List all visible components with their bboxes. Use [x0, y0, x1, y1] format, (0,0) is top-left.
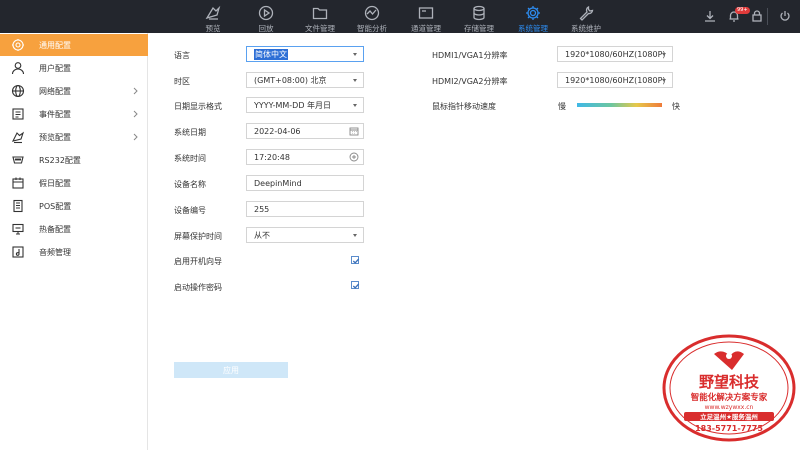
dropdown-caret-icon — [353, 234, 357, 237]
sidebar-item-event[interactable]: 事件配置 — [0, 103, 148, 125]
nav-tab-system-maintain[interactable]: 系统维护 — [560, 0, 612, 33]
device-name-input[interactable]: DeepinMind — [246, 175, 364, 191]
notification-bell-icon[interactable]: 99+ — [724, 5, 750, 27]
mouse-speed-slow-label: 慢 — [558, 102, 566, 111]
rs232-icon — [11, 153, 25, 167]
sidebar-item-rs232[interactable]: RS232配置 — [0, 149, 148, 171]
power-icon[interactable] — [775, 5, 795, 27]
language-select[interactable]: 简体中文 — [246, 46, 364, 62]
nav-tab-file-manage[interactable]: 文件管理 — [294, 0, 346, 33]
sidebar-item-hot-standby[interactable]: 热备配置 — [0, 218, 148, 240]
audio-icon — [11, 245, 25, 259]
sidebar-item-general[interactable]: 通用配置 — [0, 34, 148, 56]
sidebar-item-network[interactable]: 网络配置 — [0, 80, 148, 102]
stamp-tagline: 智能化解决方案专家 — [690, 392, 768, 403]
dropdown-caret-icon — [353, 53, 357, 56]
dropdown-caret-icon — [662, 79, 666, 82]
nav-tab-channel-manage[interactable]: 通道管理 — [400, 0, 452, 33]
preview-config-icon — [11, 130, 25, 144]
apply-button[interactable]: 应用 — [174, 362, 288, 378]
stamp-url: www.wzywxx.cn — [705, 404, 754, 411]
chevron-right-icon — [133, 87, 138, 95]
op-password-label: 启动操作密码 — [174, 283, 222, 292]
mouse-speed-slider[interactable] — [577, 103, 662, 107]
playback-icon — [257, 4, 275, 22]
nav-tab-playback[interactable]: 回放 — [240, 0, 292, 33]
stamp-brand: 野望科技 — [699, 373, 760, 391]
checkmark-icon — [352, 258, 360, 264]
hdmi2-resolution-select[interactable]: 1920*1080/60HZ(1080P) — [557, 72, 673, 88]
startup-wizard-label: 启用开机向导 — [174, 257, 222, 266]
general-config-icon — [11, 38, 25, 52]
stamp-phone: 183-5771-7775 — [695, 424, 763, 433]
preview-icon — [204, 4, 222, 22]
calendar-icon — [11, 176, 25, 190]
folder-icon — [311, 4, 329, 22]
screensaver-select[interactable]: 从不 — [246, 227, 364, 243]
event-icon — [11, 107, 25, 121]
calendar-icon[interactable] — [349, 126, 359, 136]
chevron-right-icon — [133, 133, 138, 141]
download-icon[interactable] — [700, 5, 720, 27]
device-number-input[interactable]: 255 — [246, 201, 364, 217]
system-time-label: 系统时间 — [174, 154, 206, 163]
chevron-right-icon — [133, 110, 138, 118]
sidebar: 通用配置 用户配置 网络配置 事件配置 预览配置 RS232配置 假日配置 PO… — [0, 33, 148, 450]
op-password-checkbox[interactable] — [351, 281, 360, 289]
date-format-select[interactable]: YYYY-MM-DD 年月日 — [246, 97, 364, 113]
dropdown-caret-icon — [353, 104, 357, 107]
gear-icon — [524, 4, 542, 22]
lock-icon[interactable] — [747, 5, 767, 27]
hdmi2-label: HDMI2/VGA2分辨率 — [432, 77, 508, 86]
brand-stamp: 野望科技 智能化解决方案专家 www.wzywxx.cn 立足温州★服务温州 1… — [662, 334, 796, 442]
nav-tab-storage-manage[interactable]: 存储管理 — [453, 0, 505, 33]
stamp-slogan: 立足温州★服务温州 — [700, 412, 758, 421]
dropdown-caret-icon — [662, 53, 666, 56]
pos-icon — [11, 199, 25, 213]
sidebar-item-pos[interactable]: POS配置 — [0, 195, 148, 217]
channel-icon — [417, 4, 435, 22]
clock-plus-icon[interactable] — [349, 152, 359, 162]
top-nav-bar: 预览 回放 文件管理 智能分析 通道管理 存储管理 系统管理 系统维护 99+ — [0, 0, 800, 33]
startup-wizard-checkbox[interactable] — [351, 256, 360, 264]
sidebar-item-preview-config[interactable]: 预览配置 — [0, 126, 148, 148]
language-label: 语言 — [174, 51, 190, 60]
mouse-speed-fast-label: 快 — [672, 102, 680, 111]
checkmark-icon — [352, 283, 360, 289]
mouse-speed-label: 鼠标指针移动速度 — [432, 102, 496, 111]
device-name-label: 设备名称 — [174, 180, 206, 189]
timezone-label: 时区 — [174, 77, 190, 86]
wrench-icon — [577, 4, 595, 22]
nav-tab-system-manage[interactable]: 系统管理 — [507, 0, 559, 33]
hdmi1-label: HDMI1/VGA1分辨率 — [432, 51, 508, 60]
sidebar-item-user[interactable]: 用户配置 — [0, 57, 148, 79]
nav-tab-preview[interactable]: 预览 — [187, 0, 239, 33]
nav-tab-smart-analysis[interactable]: 智能分析 — [346, 0, 398, 33]
date-format-label: 日期显示格式 — [174, 102, 222, 111]
toolbar-divider — [767, 8, 768, 25]
hdmi1-resolution-select[interactable]: 1920*1080/60HZ(1080P) — [557, 46, 673, 62]
hot-standby-icon — [11, 222, 25, 236]
system-time-input[interactable]: 17:20:48 — [246, 149, 364, 165]
sidebar-item-audio[interactable]: 音频管理 — [0, 241, 148, 263]
analysis-icon — [363, 4, 381, 22]
sidebar-item-holiday[interactable]: 假日配置 — [0, 172, 148, 194]
system-date-input[interactable]: 2022-04-06 — [246, 123, 364, 139]
globe-icon — [11, 84, 25, 98]
device-number-label: 设备编号 — [174, 206, 206, 215]
screensaver-label: 屏幕保护时间 — [174, 232, 222, 241]
dropdown-caret-icon — [353, 79, 357, 82]
user-icon — [11, 61, 25, 75]
timezone-select[interactable]: (GMT+08:00) 北京 — [246, 72, 364, 88]
system-date-label: 系统日期 — [174, 128, 206, 137]
storage-icon — [470, 4, 488, 22]
